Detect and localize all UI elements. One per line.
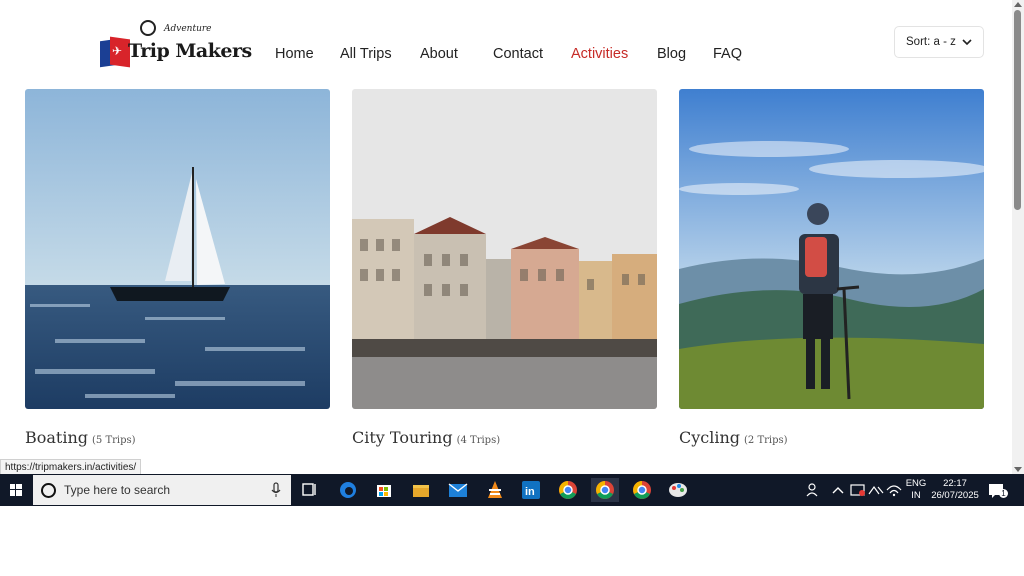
sort-label: Sort: a - z: [906, 36, 956, 48]
scroll-down-icon[interactable]: [1014, 467, 1022, 472]
network-icon[interactable]: [866, 478, 886, 502]
scroll-up-icon[interactable]: [1014, 2, 1022, 7]
store-icon[interactable]: [370, 478, 398, 502]
notifications-button[interactable]: 1: [986, 479, 1008, 501]
nav-contact[interactable]: Contact: [493, 46, 543, 62]
mail-icon[interactable]: [444, 478, 472, 502]
search-icon: [41, 483, 56, 498]
activity-image-city-touring[interactable]: [352, 89, 657, 409]
globe-icon: [140, 20, 156, 36]
taskbar-search-placeholder: Type here to search: [64, 483, 171, 497]
chevron-down-icon: [962, 39, 972, 46]
mountain-cyclist-photo: [679, 89, 984, 409]
scrollbar-thumb[interactable]: [1014, 10, 1021, 210]
activity-title-city-touring[interactable]: City Touring (4 Trips): [352, 428, 500, 447]
activity-image-cycling[interactable]: [679, 89, 984, 409]
microphone-icon[interactable]: [271, 482, 281, 498]
paint-icon[interactable]: [664, 478, 692, 502]
logo-tagline: Adventure: [164, 24, 212, 34]
svg-text:in: in: [525, 486, 535, 498]
task-view-icon[interactable]: [296, 478, 324, 502]
page-scrollbar[interactable]: [1012, 0, 1024, 474]
sort-select[interactable]: Sort: a - z: [894, 26, 984, 58]
chrome-profile-1-icon[interactable]: [554, 478, 582, 502]
taskbar-search[interactable]: Type here to search: [33, 475, 291, 505]
linkedin-icon[interactable]: in: [517, 478, 545, 502]
windows-logo-icon: [10, 484, 22, 496]
people-icon[interactable]: [800, 478, 828, 502]
notification-count: 1: [999, 489, 1008, 498]
nav-blog[interactable]: Blog: [657, 46, 686, 62]
windows-start-button[interactable]: [0, 474, 32, 506]
language-indicator[interactable]: ENG IN: [904, 478, 928, 502]
clock-time: 22:17: [943, 478, 967, 489]
wifi-icon[interactable]: [884, 478, 904, 502]
logo-name: Trip Makers: [128, 40, 252, 62]
chrome-profile-3-icon[interactable]: [628, 478, 656, 502]
file-explorer-icon[interactable]: [407, 478, 435, 502]
security-alert-icon[interactable]: [848, 478, 868, 502]
clock[interactable]: 22:17 26/07/2025: [930, 478, 980, 502]
nav-home[interactable]: Home: [275, 46, 314, 62]
taskbar: Type here to search in ENG IN 22:17 26/0…: [0, 474, 1024, 506]
nav-all-trips[interactable]: All Trips: [340, 46, 392, 62]
nav-activities[interactable]: Activities: [571, 46, 628, 62]
nav-faq[interactable]: FAQ: [713, 46, 742, 62]
vlc-icon[interactable]: [481, 478, 509, 502]
chevron-up-icon[interactable]: [828, 478, 848, 502]
city-square-photo: [352, 89, 657, 409]
nav-about[interactable]: About: [420, 46, 458, 62]
edge-icon[interactable]: [334, 478, 362, 502]
sailboat-photo: [25, 89, 330, 409]
clock-date: 26/07/2025: [931, 490, 979, 501]
activity-title-boating[interactable]: Boating (5 Trips): [25, 428, 136, 447]
browser-viewport: ✈ Adventure Trip Makers Home All Trips A…: [0, 0, 1012, 474]
logo-flag-icon: ✈: [100, 36, 130, 68]
screen-margin: [0, 506, 1024, 576]
chrome-profile-2-icon[interactable]: [591, 478, 619, 502]
activity-title-cycling[interactable]: Cycling (2 Trips): [679, 428, 788, 447]
activity-image-boating[interactable]: [25, 89, 330, 409]
site-logo[interactable]: ✈ Adventure Trip Makers: [100, 20, 252, 72]
